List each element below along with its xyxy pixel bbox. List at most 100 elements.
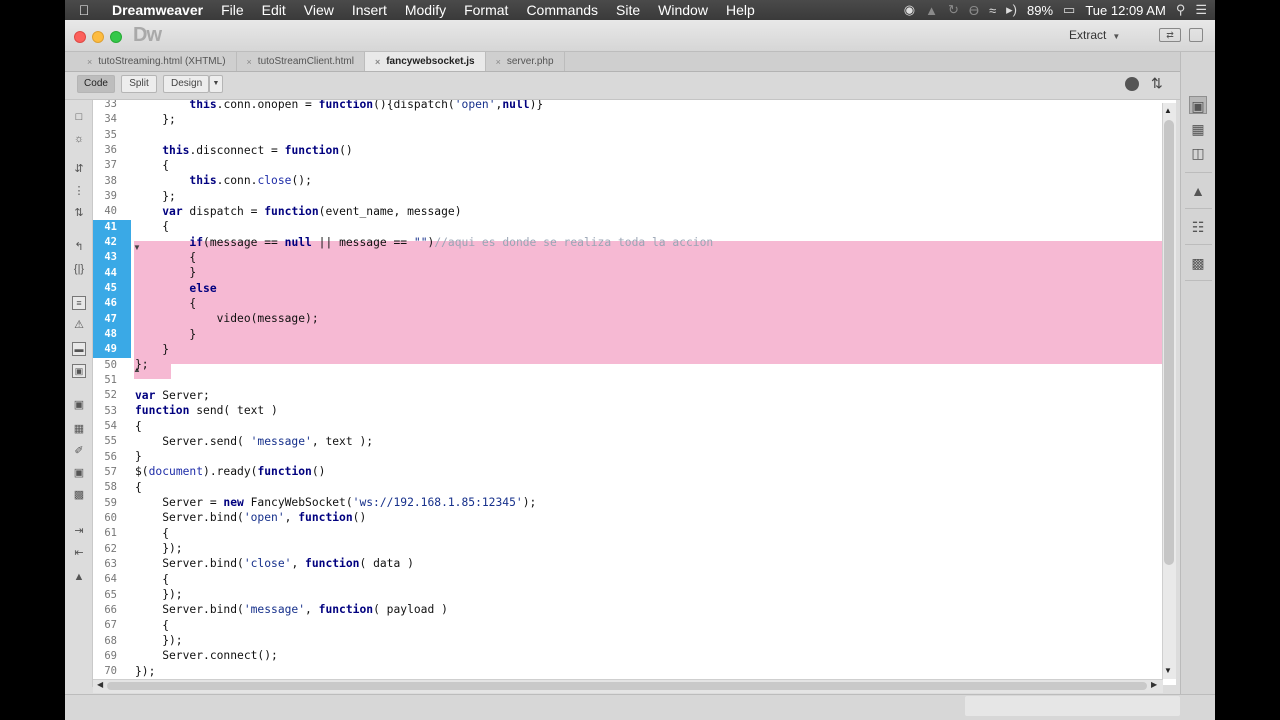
line-number[interactable]: 67 (93, 618, 131, 633)
line-number[interactable]: 65 (93, 588, 131, 603)
line-number[interactable]: 33 (93, 100, 131, 112)
select-parent-tag-icon[interactable]: ↰ (72, 240, 86, 254)
wrap-tag-icon[interactable]: ▦ (72, 422, 86, 436)
line-number[interactable]: 59 (93, 496, 131, 511)
battery-icon[interactable]: ▭ (1063, 2, 1075, 18)
time-machine-icon[interactable]: ↻ (948, 2, 959, 18)
assets-panel-icon[interactable]: ▲ (1189, 182, 1207, 200)
scroll-left-arrow-icon[interactable]: ◀ (97, 680, 103, 689)
properties-panel-icon[interactable]: ▩ (1189, 254, 1207, 272)
close-icon[interactable]: × (375, 57, 380, 67)
split-view-button[interactable]: Split (121, 75, 157, 93)
close-icon[interactable]: × (496, 57, 501, 67)
collapse-tag-icon[interactable]: ⇵ (72, 162, 86, 176)
close-icon[interactable]: × (87, 57, 92, 67)
tab-tutostreamclient[interactable]: × tutoStreamClient.html (237, 52, 365, 71)
menu-edit[interactable]: Edit (253, 2, 295, 18)
zoom-window-button[interactable] (110, 31, 122, 43)
format-source-icon[interactable]: ▩ (72, 488, 86, 502)
workspace-switcher[interactable]: Extract ▼ (1069, 28, 1120, 42)
line-number[interactable]: 46 (93, 296, 131, 312)
debug-icon[interactable]: ☼ (72, 132, 86, 146)
line-number[interactable]: 36 (93, 143, 131, 158)
record-icon[interactable]: ◉ (904, 2, 915, 18)
line-number[interactable]: 43 (93, 250, 131, 266)
close-window-button[interactable] (74, 31, 86, 43)
remove-comment-icon[interactable]: ▣ (72, 398, 86, 412)
wifi-icon[interactable]: ≈ (989, 3, 996, 18)
close-icon[interactable]: × (247, 57, 252, 67)
syntax-error-alerts-icon[interactable]: ▬ (72, 342, 86, 356)
design-view-button[interactable]: Design (163, 75, 209, 93)
collapse-selection-icon[interactable]: ⋮ (72, 184, 86, 198)
menu-help[interactable]: Help (717, 2, 764, 18)
menu-window[interactable]: Window (649, 2, 717, 18)
menu-file[interactable]: File (212, 2, 253, 18)
line-number-gutter[interactable]: 33 34 35 36 37 38 39 40 41 42 43 44 45 46 47 48 49 50 51 52… (93, 100, 131, 685)
tab-server-php[interactable]: × server.php (486, 52, 565, 71)
volume-icon[interactable]: ▸) (1006, 2, 1017, 18)
line-number[interactable]: 52 (93, 388, 131, 403)
line-number[interactable]: 70 (93, 664, 131, 679)
line-number[interactable]: 63 (93, 557, 131, 572)
apply-comment-icon[interactable]: ▣ (72, 364, 86, 378)
line-number[interactable]: 40 (93, 204, 131, 219)
notification-icon[interactable]: ▲ (925, 3, 938, 18)
line-number[interactable]: 39 (93, 189, 131, 204)
line-number[interactable]: 44 (93, 265, 131, 281)
line-numbers-icon[interactable]: ≡ (72, 296, 86, 310)
open-documents-icon[interactable]: □ (72, 110, 86, 124)
outdent-code-icon[interactable]: ⇤ (72, 546, 86, 560)
menu-view[interactable]: View (295, 2, 343, 18)
line-number[interactable]: 42 (93, 234, 131, 251)
menu-commands[interactable]: Commands (517, 2, 607, 18)
tab-tutostreaming[interactable]: × tutoStreaming.html (XHTML) (77, 52, 237, 71)
apple-menu-icon[interactable]:  (65, 2, 103, 18)
tab-fancywebsocket[interactable]: × fancywebsocket.js (364, 52, 486, 71)
menu-format[interactable]: Format (455, 2, 517, 18)
line-number[interactable]: 38 (93, 174, 131, 189)
expand-all-icon[interactable]: ⇅ (72, 206, 86, 220)
line-number[interactable]: 48 (93, 326, 131, 343)
line-number[interactable]: 58 (93, 480, 131, 495)
line-number[interactable]: 66 (93, 603, 131, 618)
highlight-invalid-code-icon[interactable]: ⚠ (72, 318, 86, 332)
line-number[interactable]: 54 (93, 419, 131, 434)
line-number[interactable]: 56 (93, 450, 131, 465)
line-number[interactable]: 62 (93, 542, 131, 557)
file-transfer-icon[interactable]: ⇅ (1151, 75, 1163, 92)
move-css-icon[interactable]: ▣ (72, 466, 86, 480)
line-number[interactable]: 53 (93, 404, 131, 419)
balance-braces-icon[interactable]: {|} (72, 262, 86, 276)
panel-toggle-icon[interactable] (1189, 28, 1203, 42)
line-number[interactable]: 45 (93, 280, 131, 297)
minimize-window-button[interactable] (92, 31, 104, 43)
scroll-right-arrow-icon[interactable]: ▶ (1151, 680, 1157, 689)
line-number[interactable]: 55 (93, 434, 131, 449)
line-number[interactable]: 68 (93, 634, 131, 649)
design-dropdown-chevron-icon[interactable]: ▼ (209, 75, 223, 93)
line-number[interactable]: 49 (93, 342, 131, 358)
line-number[interactable]: 34 (93, 112, 131, 127)
format-tools-icon[interactable]: ▲ (72, 570, 86, 584)
indent-code-icon[interactable]: ⇥ (72, 524, 86, 538)
line-number[interactable]: 51 (93, 373, 131, 388)
scroll-down-arrow-icon[interactable]: ▼ (1164, 666, 1172, 675)
preview-browser-icon[interactable] (1125, 77, 1139, 91)
files-panel-icon[interactable]: ◫ (1189, 144, 1207, 162)
sitemap-panel-icon[interactable]: ☷ (1189, 218, 1207, 236)
menu-insert[interactable]: Insert (343, 2, 396, 18)
line-number[interactable]: 35 (93, 128, 131, 143)
bluetooth-icon[interactable]: ϴ (969, 3, 979, 18)
notification-center-icon[interactable]: ☰ (1195, 2, 1207, 18)
line-number[interactable]: 57 (93, 465, 131, 480)
menu-site[interactable]: Site (607, 2, 649, 18)
line-number[interactable]: 64 (93, 572, 131, 587)
menu-app[interactable]: Dreamweaver (103, 2, 212, 18)
line-number[interactable]: 60 (93, 511, 131, 526)
code-view-button[interactable]: Code (77, 75, 115, 93)
line-number[interactable]: 69 (93, 649, 131, 664)
horizontal-scroll-thumb[interactable] (107, 682, 1147, 690)
line-number[interactable]: 37 (93, 158, 131, 173)
recent-snippets-icon[interactable]: ✐ (72, 444, 86, 458)
